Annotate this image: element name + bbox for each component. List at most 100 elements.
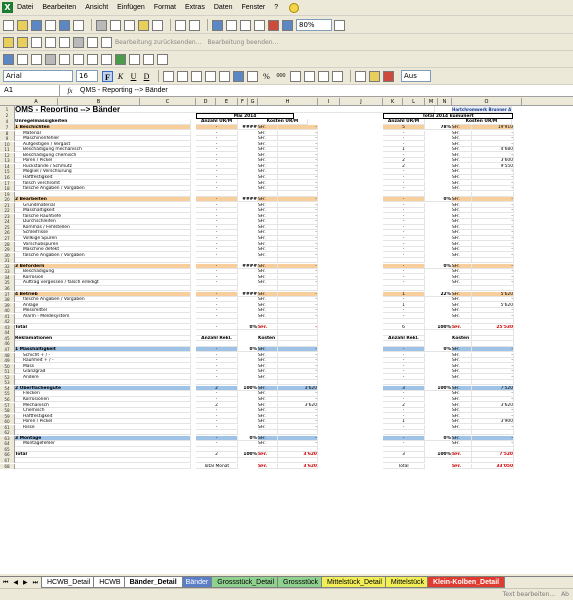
chart-wizard-icon[interactable] bbox=[268, 19, 279, 31]
kosten-cell[interactable]: - bbox=[278, 269, 318, 275]
anzahl-cell[interactable]: 2 bbox=[196, 385, 238, 392]
font-select[interactable]: Arial bbox=[3, 70, 73, 82]
anzahl-total-cell[interactable] bbox=[383, 430, 425, 436]
currency-total-label[interactable]: SFr. bbox=[452, 302, 472, 308]
row-number[interactable]: 9 bbox=[0, 136, 15, 142]
row-number[interactable]: 14 bbox=[0, 163, 15, 170]
kosten-cell[interactable]: - bbox=[278, 247, 318, 253]
kosten-cell[interactable]: - bbox=[278, 163, 318, 170]
kosten-cell[interactable]: - bbox=[278, 413, 318, 419]
row-number[interactable]: 13 bbox=[0, 158, 15, 164]
column-header-A[interactable]: A bbox=[15, 98, 58, 106]
text-icon[interactable] bbox=[143, 53, 154, 65]
column-header-O[interactable]: O bbox=[452, 98, 522, 106]
row-number[interactable]: 59 bbox=[0, 413, 15, 419]
kosten-total-cell[interactable]: - bbox=[472, 213, 514, 219]
autosum-icon[interactable] bbox=[226, 19, 237, 31]
sheet-tab[interactable]: Klein-Kolben_Detail bbox=[426, 577, 506, 588]
sheet-tab[interactable]: HCWB bbox=[93, 577, 127, 588]
column-header-E[interactable]: E bbox=[216, 98, 238, 106]
row-label[interactable]: Auftrag vergessen / falsch erledigt bbox=[15, 280, 191, 286]
spin-icon[interactable] bbox=[115, 53, 126, 65]
currency-label[interactable]: SFr. bbox=[258, 441, 278, 447]
column-header-I[interactable]: I bbox=[318, 98, 340, 106]
currency-label[interactable]: SFr. bbox=[258, 174, 278, 181]
currency-label[interactable]: SFr. bbox=[258, 158, 278, 164]
currency-total-label[interactable]: SFr. bbox=[452, 169, 472, 175]
currency-total-label[interactable]: SFr. bbox=[452, 174, 472, 181]
currency-total-label[interactable] bbox=[452, 285, 472, 292]
kosten-cell[interactable]: - bbox=[278, 369, 318, 375]
kosten-total-cell[interactable]: - bbox=[472, 263, 514, 269]
currency-total-label[interactable]: SFr. bbox=[452, 291, 472, 297]
anzahl-cell[interactable]: Anzahl Rekl. bbox=[196, 335, 238, 342]
anzahl-cell[interactable]: - bbox=[196, 174, 238, 181]
currency-total-label[interactable]: SFr. bbox=[452, 208, 472, 214]
currency-label[interactable] bbox=[258, 380, 278, 386]
currency-label[interactable]: SFr. bbox=[258, 358, 278, 364]
percent-cell[interactable]: #### bbox=[238, 263, 258, 269]
currency-label[interactable]: SFr. bbox=[258, 424, 278, 430]
kosten-cell[interactable]: - bbox=[278, 313, 318, 319]
currency-label[interactable]: SFr. bbox=[258, 141, 278, 147]
anzahl-cell[interactable]: - bbox=[196, 252, 238, 258]
formula-input[interactable]: QMS - Reporting --> Bänder bbox=[80, 87, 168, 94]
kosten-cell[interactable]: - bbox=[278, 302, 318, 308]
kosten-cell[interactable] bbox=[278, 341, 318, 347]
currency-total-label[interactable] bbox=[452, 458, 472, 464]
currency-label[interactable]: SFr. bbox=[258, 252, 278, 258]
currency-label[interactable]: SFr. bbox=[258, 396, 278, 403]
anzahl-cell[interactable]: 2 bbox=[196, 452, 238, 458]
currency-label[interactable]: SFr. bbox=[258, 413, 278, 419]
anzahl-total-cell[interactable]: - bbox=[383, 241, 425, 247]
anzahl-total-cell[interactable]: - bbox=[383, 297, 425, 303]
anzahl-total-cell[interactable]: - bbox=[383, 441, 425, 447]
underline-button[interactable]: U bbox=[128, 71, 139, 82]
kosten-cell[interactable]: - bbox=[278, 186, 318, 192]
currency-total-label[interactable]: SFr. bbox=[452, 236, 472, 242]
anzahl-total-cell[interactable]: - bbox=[383, 269, 425, 275]
sheet-tab[interactable]: Grossstück bbox=[277, 577, 325, 588]
kosten-total-cell[interactable]: 3'900 bbox=[472, 419, 514, 425]
kosten-total-cell[interactable] bbox=[472, 341, 514, 347]
kosten-cell[interactable]: - bbox=[278, 130, 318, 136]
anzahl-total-cell[interactable]: 5 bbox=[383, 125, 425, 131]
anzahl-total-cell[interactable]: - bbox=[383, 374, 425, 380]
save-icon[interactable] bbox=[31, 19, 42, 31]
currency-label[interactable]: SFr. bbox=[258, 208, 278, 214]
anzahl-total-cell[interactable]: - bbox=[383, 263, 425, 269]
row-number[interactable]: 20 bbox=[0, 197, 15, 203]
kosten-cell[interactable]: 3'620 bbox=[278, 385, 318, 392]
anzahl-total-cell[interactable]: 3 bbox=[383, 385, 425, 392]
anzahl-cell[interactable]: - bbox=[196, 136, 238, 142]
hyperlink-icon[interactable] bbox=[212, 19, 223, 31]
currency-label[interactable]: SFr. bbox=[258, 130, 278, 136]
kosten-cell[interactable]: - bbox=[278, 280, 318, 286]
menu-item-1[interactable]: Bearbeiten bbox=[42, 4, 76, 11]
currency-total-label[interactable]: SFr. bbox=[452, 224, 472, 231]
currency-total-label[interactable]: SFr. bbox=[452, 324, 472, 330]
row-label[interactable] bbox=[15, 430, 191, 436]
currency-total-label[interactable]: SFr. bbox=[452, 202, 472, 208]
anzahl-total-cell[interactable]: - bbox=[383, 130, 425, 136]
anzahl-total-cell[interactable] bbox=[383, 458, 425, 464]
row-number[interactable]: 43 bbox=[0, 324, 15, 330]
row-number[interactable]: 65 bbox=[0, 446, 15, 453]
undo-icon[interactable] bbox=[175, 19, 186, 31]
row-number[interactable]: 40 bbox=[0, 308, 15, 314]
row-label[interactable]: Mechanisch bbox=[15, 402, 191, 408]
kosten-cell[interactable] bbox=[278, 430, 318, 436]
grid-icon[interactable] bbox=[17, 53, 28, 65]
kosten-total-cell[interactable]: - bbox=[472, 308, 514, 314]
row-number[interactable]: 44 bbox=[0, 330, 15, 336]
row-label[interactable] bbox=[15, 330, 191, 336]
currency-label[interactable]: SFr. bbox=[258, 163, 278, 170]
menu-item-7[interactable]: Fenster bbox=[242, 4, 266, 11]
row-number[interactable]: 58 bbox=[0, 408, 15, 414]
currency-label[interactable]: SFr. bbox=[258, 136, 278, 142]
row-label[interactable]: Durchschleifen bbox=[15, 219, 191, 225]
currency-label[interactable]: SFr. bbox=[258, 313, 278, 319]
row-number[interactable]: 17 bbox=[0, 180, 15, 186]
currency-label[interactable]: SFr. bbox=[258, 147, 278, 153]
kosten-cell[interactable]: - bbox=[278, 174, 318, 181]
